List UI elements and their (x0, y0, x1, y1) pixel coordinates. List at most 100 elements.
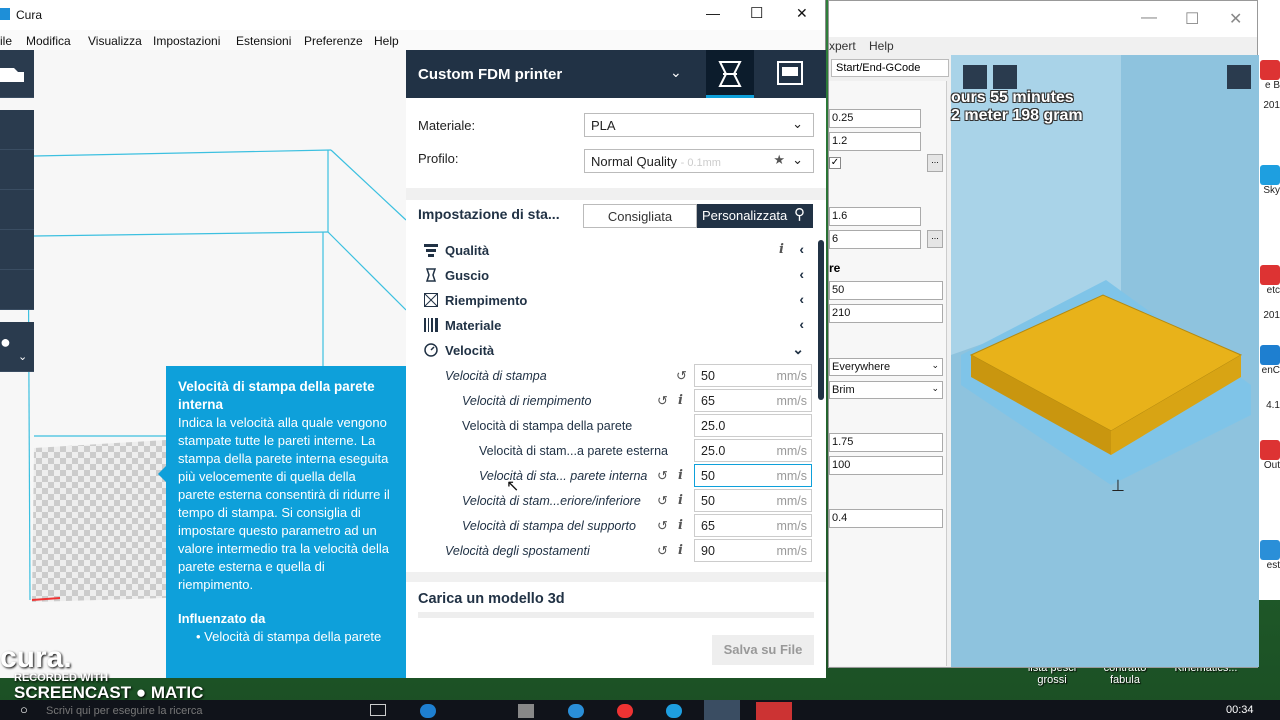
minimize-button[interactable]: — (706, 5, 720, 21)
bg-field[interactable]: 6 (829, 230, 921, 249)
printer-dropdown-chevron-icon[interactable]: ⌄ (670, 64, 682, 81)
reset-icon[interactable]: ↺ (676, 368, 687, 384)
setting-value-input[interactable]: 50 mm/s (694, 364, 812, 387)
edge-icon[interactable] (420, 704, 436, 718)
info-icon[interactable]: i (678, 493, 683, 508)
setting-value-input[interactable]: 65 mm/s (694, 389, 812, 412)
bg-save-icon[interactable] (993, 65, 1017, 89)
reset-icon[interactable]: ↺ (657, 518, 668, 534)
print-estimate: ours 55 minutes 2 meter 198 gram (951, 89, 1083, 125)
profile-label: Profilo: (418, 151, 459, 166)
store-icon[interactable] (518, 704, 534, 718)
bg-adhesion-select[interactable]: Brim ⌄ (829, 381, 943, 399)
reset-icon[interactable]: ↺ (657, 468, 668, 484)
info-icon[interactable]: i (678, 543, 683, 558)
prepare-mode-button[interactable] (706, 50, 754, 98)
close-icon[interactable]: ✕ (1229, 9, 1242, 29)
settings-sidebar: Custom FDM printer ⌄ Materiale: PLA ⌄ Pr… (406, 50, 826, 678)
bg-menubar[interactable]: xpert Help (829, 39, 894, 57)
menu-file[interactable]: ile (0, 34, 12, 48)
bg-field[interactable]: 0.4 (829, 509, 943, 528)
taskbar-app-button[interactable] (756, 702, 792, 720)
setting-value-input[interactable]: 25.0 mm/s (694, 439, 812, 462)
star-icon[interactable]: ★ (773, 152, 785, 168)
per-model-settings-icon[interactable] (0, 270, 34, 310)
menu-settings[interactable]: Impostazioni (153, 34, 220, 48)
translate-tool-icon[interactable] (0, 110, 34, 150)
mirror-tool-icon[interactable] (0, 230, 34, 270)
view-mode-icon[interactable]: ● ⌄ (0, 322, 34, 372)
bg-field[interactable]: 0.25 (829, 109, 921, 128)
category-speed[interactable]: Velocità ⌄ (422, 340, 810, 362)
tab-recommended[interactable]: Consigliata (583, 204, 697, 228)
cura-taskbar-button[interactable] (704, 700, 740, 720)
setting-inner-wall-speed: Velocità di sta... parete interna ↺ i 50… (406, 464, 826, 488)
menu-edit[interactable]: Modifica (26, 34, 71, 48)
bg-field[interactable]: 50 (829, 281, 943, 300)
category-quality[interactable]: Qualità i ‹ (422, 240, 810, 262)
category-shell[interactable]: Guscio ‹ (422, 265, 810, 287)
save-to-file-button[interactable]: Salva su File (712, 635, 814, 665)
open-file-icon[interactable] (0, 50, 34, 98)
skype-icon[interactable] (666, 704, 682, 718)
reset-icon[interactable]: ↺ (657, 543, 668, 559)
chevron-left-icon: ‹ (799, 241, 804, 257)
close-button[interactable]: ✕ (796, 5, 808, 22)
screencast-watermark: cura. RECORDED WITH SCREENCAST ● MATIC (0, 641, 204, 702)
bg-field[interactable]: 1.2 (829, 132, 921, 151)
chrome-icon[interactable] (617, 704, 633, 718)
info-icon[interactable]: i (779, 242, 784, 257)
profile-select[interactable]: Normal Quality - 0.1mm ★ ⌄ (584, 149, 814, 173)
background-cura-legacy-window[interactable]: — ☐ ✕ xpert Help Start/End-GCode 0.25 1.… (828, 0, 1259, 668)
bg-browse-button[interactable]: ... (927, 154, 943, 172)
category-infill[interactable]: Riempimento ‹ (422, 290, 810, 312)
bg-load-icon[interactable] (963, 65, 987, 89)
reset-icon[interactable]: ↺ (657, 393, 668, 409)
info-icon[interactable]: i (678, 518, 683, 533)
bg-checkbox[interactable]: ✓ (829, 157, 841, 169)
monitor-mode-button[interactable] (766, 50, 814, 98)
bg-field[interactable]: 100 (829, 456, 943, 475)
category-material[interactable]: Materiale ‹ (422, 315, 810, 337)
menu-help[interactable]: Help (374, 34, 399, 48)
reset-icon[interactable]: ↺ (657, 493, 668, 509)
setting-support-speed: Velocità di stampa del supporto ↺ i 65 mm… (406, 514, 826, 538)
material-select[interactable]: PLA ⌄ (584, 113, 814, 137)
setting-value-input[interactable]: 50 mm/s (694, 489, 812, 512)
chevron-left-icon: ‹ (799, 316, 804, 332)
bg-field[interactable]: 210 (829, 304, 943, 323)
maximize-icon[interactable]: ☐ (1185, 9, 1199, 29)
bg-3d-viewport[interactable]: ⊥ ours 55 minutes 2 meter 198 gram (951, 55, 1259, 667)
scale-tool-icon[interactable] (0, 150, 34, 190)
divider (406, 572, 826, 582)
tab-custom[interactable]: Personalizzata ⚲ (697, 204, 813, 228)
bg-browse-button[interactable]: ... (927, 230, 943, 248)
setting-value-input[interactable]: 90 mm/s (694, 539, 812, 562)
bg-field[interactable]: 1.6 (829, 207, 921, 226)
shell-icon (425, 268, 437, 282)
menu-extensions[interactable]: Estensioni (236, 34, 291, 48)
tab-start-end-gcode[interactable]: Start/End-GCode (831, 59, 949, 77)
setting-value-input[interactable]: 25.0 (694, 414, 812, 437)
menu-preferences[interactable]: Preferenze (304, 34, 363, 48)
bg-field[interactable]: 1.75 (829, 433, 943, 452)
task-view-icon[interactable] (370, 704, 386, 716)
setting-value-input[interactable]: 65 mm/s (694, 514, 812, 537)
bg-tool-icon[interactable] (1227, 65, 1251, 89)
search-icon[interactable]: ○ (20, 702, 28, 717)
maximize-button[interactable]: ☐ (750, 4, 763, 22)
info-icon[interactable]: i (678, 393, 683, 408)
info-icon[interactable]: i (678, 468, 683, 483)
rotate-tool-icon[interactable] (0, 190, 34, 230)
setting-value-input[interactable]: 50 mm/s (694, 464, 812, 487)
minimize-icon[interactable]: — (1141, 9, 1157, 27)
bg-support-select[interactable]: Everywhere ⌄ (829, 358, 943, 376)
taskbar-search-input[interactable]: Scrivi qui per eseguire la ricerca (46, 705, 203, 717)
menu-view[interactable]: Visualizza (88, 34, 142, 48)
cura-main-window[interactable]: Cura — ☐ ✕ ile Modifica Visualizza Impos… (0, 0, 826, 678)
app-icon[interactable] (568, 704, 584, 718)
search-icon[interactable]: ⚲ (794, 205, 805, 223)
printer-name[interactable]: Custom FDM printer (418, 66, 562, 83)
eye-icon: ● (0, 332, 11, 352)
monitor-icon (777, 61, 803, 85)
